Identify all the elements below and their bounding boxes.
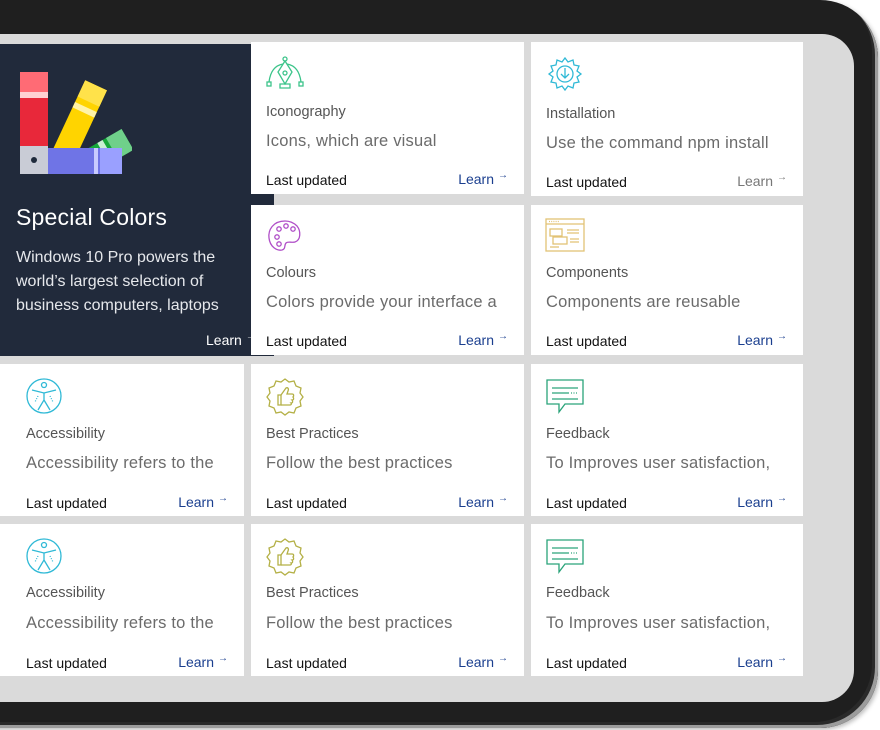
featured-title: Special Colors: [16, 204, 168, 230]
card-title: Accessibility: [26, 585, 105, 601]
thumbs-up-badge-icon: [266, 538, 304, 576]
card-description: Icons, which are visual: [266, 132, 437, 150]
card-title: Best Practices: [266, 585, 359, 601]
featured-description: Windows 10 Pro powers the world’s larges…: [16, 249, 219, 314]
learn-link[interactable]: Learn →: [458, 170, 508, 187]
card-description: Use the command npm install: [546, 134, 769, 152]
card-description: To Improves user satisfaction,: [546, 614, 771, 632]
card-description: Follow the best practices: [266, 454, 453, 472]
learn-label: Learn: [458, 332, 494, 348]
accessibility-icon: [26, 538, 62, 574]
arrow-icon: →: [218, 653, 228, 664]
learn-label: Learn: [737, 173, 773, 189]
accessibility-icon: [26, 378, 62, 414]
learn-label: Learn: [178, 494, 214, 510]
arrow-icon: →: [498, 493, 508, 504]
last-updated-label: Last updated: [546, 495, 627, 511]
card-accessibility[interactable]: Accessibility Accessibility refers to th…: [0, 364, 244, 516]
chat-bubble-icon: [546, 379, 584, 414]
last-updated-label: Last updated: [26, 495, 107, 511]
learn-link[interactable]: Learn →: [737, 172, 787, 189]
last-updated-label: Last updated: [546, 655, 627, 671]
learn-link[interactable]: Learn →: [737, 653, 787, 670]
last-updated-label: Last updated: [266, 655, 347, 671]
learn-link[interactable]: Learn →: [178, 493, 228, 510]
learn-label: Learn: [737, 332, 773, 348]
last-updated-label: Last updated: [266, 333, 347, 349]
pen-tool-icon: [266, 56, 304, 89]
color-swatch-fan-icon: [20, 72, 132, 174]
learn-label: Learn: [458, 171, 494, 187]
card-accessibility[interactable]: Accessibility Accessibility refers to th…: [0, 524, 244, 676]
learn-label: Learn: [458, 494, 494, 510]
learn-label: Learn: [458, 654, 494, 670]
arrow-icon: →: [777, 653, 787, 664]
card-title: Colours: [266, 265, 316, 281]
card-description: Follow the best practices: [266, 614, 453, 632]
learn-link[interactable]: Learn →: [458, 493, 508, 510]
chat-bubble-icon: [546, 539, 584, 574]
learn-label: Learn: [737, 494, 773, 510]
card-feedback[interactable]: Feedback To Improves user satisfaction, …: [531, 524, 803, 676]
arrow-icon: →: [777, 172, 787, 183]
card-iconography[interactable]: Iconography Icons, which are visual Last…: [251, 42, 524, 194]
card-description: Accessibility refers to the: [26, 454, 214, 472]
layout-icon: [545, 218, 585, 252]
card-description: Components are reusable: [546, 293, 741, 311]
card-title: Feedback: [546, 426, 610, 442]
card-title: Installation: [546, 106, 616, 122]
palette-icon: [268, 220, 301, 251]
learn-link[interactable]: Learn →: [737, 493, 787, 510]
download-gear-icon: [547, 56, 583, 92]
card-description: Accessibility refers to the: [26, 614, 214, 632]
last-updated-label: Last updated: [546, 333, 627, 349]
learn-link[interactable]: Learn →: [458, 331, 508, 348]
last-updated-label: Last updated: [546, 174, 627, 190]
card-best-practices[interactable]: Best Practices Follow the best practices…: [251, 364, 524, 516]
last-updated-label: Last updated: [266, 172, 347, 188]
card-title: Components: [546, 265, 629, 281]
arrow-icon: →: [218, 493, 228, 504]
card-description: To Improves user satisfaction,: [546, 454, 771, 472]
card-title: Iconography: [266, 104, 346, 120]
card-title: Accessibility: [26, 426, 105, 442]
featured-learn-link[interactable]: Learn→: [206, 331, 256, 348]
card-best-practices[interactable]: Best Practices Follow the best practices…: [251, 524, 524, 676]
card-installation[interactable]: Installation Use the command npm install…: [531, 42, 803, 196]
arrow-icon: →: [777, 331, 787, 342]
arrow-icon: →: [498, 331, 508, 342]
learn-label: Learn: [206, 332, 242, 348]
card-colours[interactable]: Colours Colors provide your interface a …: [251, 205, 524, 355]
card-components[interactable]: Components Components are reusable Last …: [531, 205, 803, 355]
learn-link[interactable]: Learn →: [458, 653, 508, 670]
learn-link[interactable]: Learn →: [178, 653, 228, 670]
card-title: Best Practices: [266, 426, 359, 442]
last-updated-label: Last updated: [266, 495, 347, 511]
featured-card[interactable]: Special Colors Windows 10 Pro powers the…: [0, 44, 274, 356]
card-description: Colors provide your interface a: [266, 293, 497, 311]
arrow-icon: →: [498, 170, 508, 181]
card-title: Feedback: [546, 585, 610, 601]
learn-label: Learn: [178, 654, 214, 670]
learn-link[interactable]: Learn →: [737, 331, 787, 348]
arrow-icon: →: [498, 653, 508, 664]
last-updated-label: Last updated: [26, 655, 107, 671]
screen: Special Colors Windows 10 Pro powers the…: [0, 34, 854, 702]
tablet-device: Special Colors Windows 10 Pro powers the…: [0, 0, 880, 730]
thumbs-up-badge-icon: [266, 378, 304, 416]
arrow-icon: →: [777, 493, 787, 504]
card-feedback[interactable]: Feedback To Improves user satisfaction, …: [531, 364, 803, 516]
learn-label: Learn: [737, 654, 773, 670]
